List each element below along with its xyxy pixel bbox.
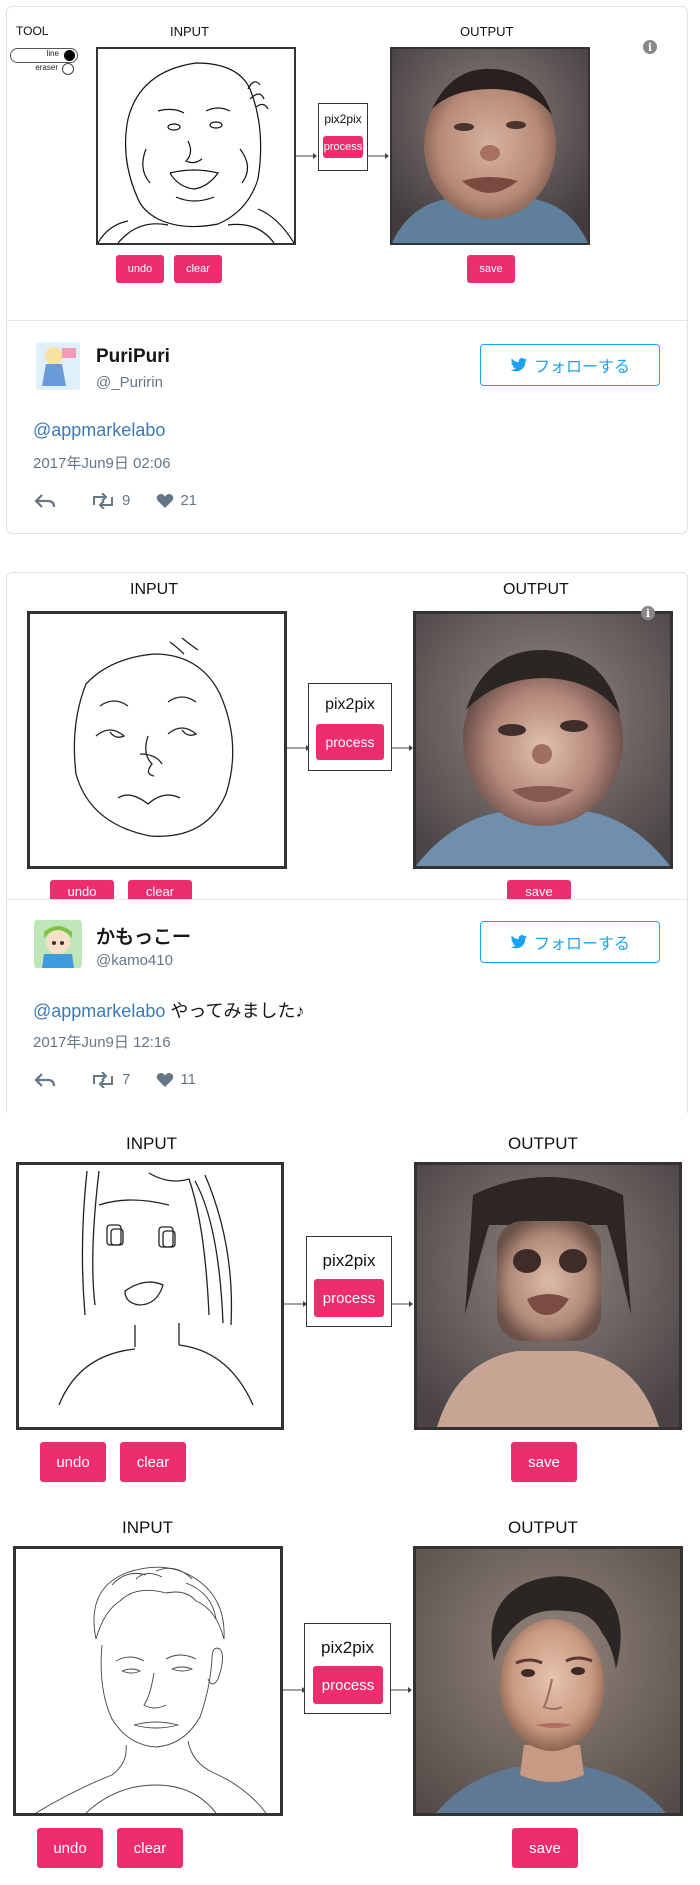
- user-name[interactable]: PuriPuri: [96, 346, 170, 368]
- tweet-actions: 9 21: [34, 492, 197, 509]
- process-box: pix2pix process: [308, 683, 392, 771]
- tweet-timestamp[interactable]: 2017年Jun9日 12:16: [33, 1031, 171, 1052]
- user-handle[interactable]: @_Puririn: [96, 374, 163, 391]
- output-image: [414, 1162, 682, 1430]
- info-icon[interactable]: i: [641, 606, 655, 620]
- input-label: INPUT: [122, 1518, 173, 1537]
- clear-button[interactable]: clear: [117, 1828, 183, 1868]
- process-button[interactable]: process: [316, 724, 384, 760]
- user-name[interactable]: かもっこー: [96, 922, 191, 949]
- tweet-body: やってみました♪: [165, 1001, 305, 1021]
- input-label: INPUT: [130, 581, 178, 598]
- process-box: pix2pix process: [318, 103, 368, 171]
- retweet-icon[interactable]: [90, 492, 116, 509]
- bird-icon: [510, 934, 528, 948]
- tool-line-radio[interactable]: [64, 50, 75, 61]
- output-label: OUTPUT: [508, 1134, 578, 1153]
- process-box: pix2pix process: [304, 1623, 391, 1714]
- undo-button[interactable]: undo: [40, 1442, 106, 1482]
- bird-icon: [510, 357, 528, 371]
- tool-line-label: line: [46, 49, 59, 58]
- clear-button[interactable]: clear: [128, 880, 192, 900]
- heart-icon[interactable]: [156, 493, 174, 509]
- tool-eraser-option[interactable]: eraser: [10, 62, 76, 75]
- input-canvas[interactable]: [13, 1546, 283, 1816]
- input-label: INPUT: [170, 24, 209, 39]
- process-button[interactable]: process: [313, 1666, 383, 1704]
- output-face-image: [417, 1165, 679, 1427]
- follow-label: フォローする: [533, 359, 630, 376]
- tool-eraser-radio[interactable]: [62, 63, 74, 75]
- output-label: OUTPUT: [503, 581, 569, 598]
- save-button[interactable]: save: [507, 880, 571, 900]
- tweet-text: @appmarkelabo やってみました♪: [33, 997, 304, 1023]
- card-divider: [6, 320, 688, 321]
- output-label: OUTPUT: [460, 24, 514, 39]
- undo-button[interactable]: undo: [37, 1828, 103, 1868]
- save-button[interactable]: save: [512, 1828, 578, 1868]
- process-box: pix2pix process: [306, 1236, 392, 1327]
- user-handle[interactable]: @kamo410: [96, 952, 173, 969]
- arrow-to-output: [392, 738, 414, 751]
- mention-link[interactable]: @appmarkelabo: [33, 420, 165, 440]
- input-canvas[interactable]: [96, 47, 296, 245]
- avatar[interactable]: [34, 920, 82, 968]
- mention-link[interactable]: @appmarkelabo: [33, 1001, 165, 1021]
- round-face-sketch: [73, 637, 234, 837]
- follow-label: フォローする: [533, 936, 630, 953]
- model-label: pix2pix: [322, 1251, 376, 1270]
- arrow-to-process: [284, 1294, 308, 1307]
- avatar-image: [34, 920, 82, 968]
- tweet-actions: 7 11: [34, 1071, 196, 1088]
- reply-icon[interactable]: [34, 1072, 56, 1088]
- model-label: pix2pix: [324, 112, 362, 126]
- undo-button[interactable]: undo: [50, 880, 114, 900]
- portrait-sketch: [35, 1566, 267, 1813]
- tool-label: TOOL: [16, 24, 49, 38]
- output-image: [390, 47, 590, 245]
- heart-icon[interactable]: [156, 1072, 174, 1088]
- process-button[interactable]: process: [323, 136, 363, 158]
- retweet-count: 9: [122, 492, 131, 509]
- like-count: 21: [180, 492, 198, 509]
- save-button[interactable]: save: [511, 1442, 577, 1482]
- output-face-image: [392, 49, 588, 243]
- undo-button[interactable]: undo: [116, 255, 164, 283]
- tweet-text: @appmarkelabo: [33, 420, 165, 441]
- output-image: [413, 611, 673, 869]
- clear-button[interactable]: clear: [174, 255, 222, 283]
- clear-button[interactable]: clear: [120, 1442, 186, 1482]
- process-button[interactable]: process: [314, 1279, 384, 1317]
- input-canvas[interactable]: [16, 1162, 284, 1430]
- tweet-timestamp[interactable]: 2017年Jun9日 02:06: [33, 452, 171, 473]
- output-portrait-image: [416, 1549, 680, 1813]
- avatar[interactable]: [36, 342, 80, 390]
- avatar-image: [36, 342, 80, 390]
- model-label: pix2pix: [321, 1638, 374, 1657]
- save-button[interactable]: save: [467, 255, 515, 283]
- follow-button[interactable]: フォローする: [480, 344, 660, 386]
- girl-sketch: [58, 1170, 254, 1406]
- arrow-to-output: [391, 1680, 413, 1693]
- reply-icon[interactable]: [34, 493, 56, 509]
- arrow-to-output: [368, 146, 390, 159]
- retweet-count: 7: [122, 1071, 131, 1088]
- tool-panel: TOOL line eraser: [10, 22, 80, 82]
- fat-face-sketch: [98, 62, 294, 243]
- retweet-icon[interactable]: [90, 1071, 116, 1088]
- model-label: pix2pix: [325, 696, 375, 713]
- follow-button[interactable]: フォローする: [480, 921, 660, 963]
- arrow-to-process: [296, 146, 318, 159]
- arrow-to-output: [392, 1294, 414, 1307]
- tool-eraser-label: eraser: [35, 63, 58, 72]
- like-count: 11: [180, 1071, 196, 1088]
- input-label: INPUT: [126, 1134, 177, 1153]
- output-face-image: [416, 614, 670, 866]
- input-canvas[interactable]: [27, 611, 287, 869]
- card-divider: [6, 899, 688, 900]
- info-icon[interactable]: i: [643, 40, 657, 54]
- tool-line-option[interactable]: line: [10, 48, 78, 63]
- output-image: [413, 1546, 683, 1816]
- output-label: OUTPUT: [508, 1518, 578, 1537]
